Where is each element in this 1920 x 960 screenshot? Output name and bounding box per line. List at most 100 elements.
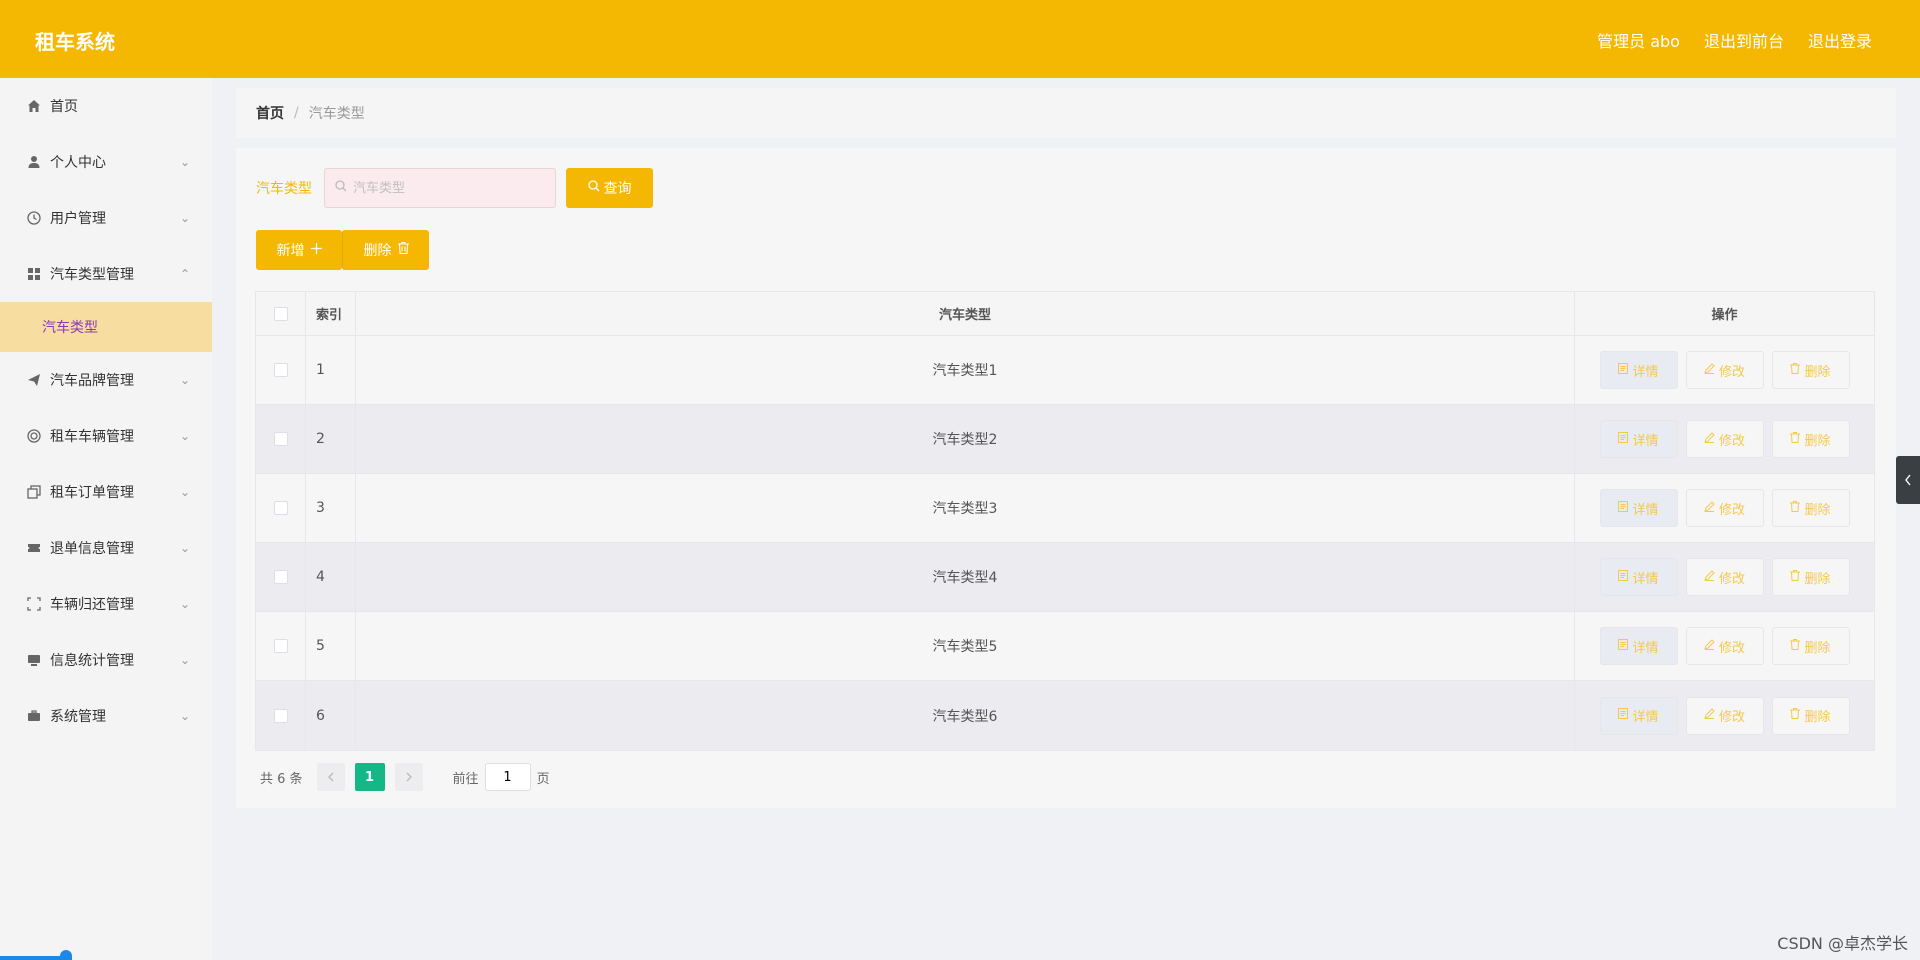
sidebar-item-car-brand[interactable]: 汽车品牌管理 ⌄ [0,352,212,408]
delete-button-label: 删除 [363,243,392,259]
edit-button[interactable]: 修改 [1685,696,1764,735]
chevron-down-icon: ⌄ [179,709,190,723]
edit-button[interactable]: 修改 [1685,489,1764,527]
row-select-cell [256,681,306,750]
detail-button[interactable]: 详情 [1599,696,1678,735]
row-index: 6 [306,681,356,750]
sidebar-item-label: 汽车类型管理 [50,267,134,283]
edit-button-label: 修改 [1718,433,1745,449]
chevron-up-icon: ⌃ [179,267,190,281]
prev-page-button[interactable] [316,763,345,791]
grid-icon [26,266,42,282]
logout-link[interactable]: 退出登录 [1808,28,1872,52]
detail-button[interactable]: 详情 [1599,558,1678,596]
delete-button[interactable]: 删除 [1771,489,1850,527]
row-checkbox[interactable] [273,501,288,515]
sidebar-item-home[interactable]: 首页 [0,78,212,134]
row-actions: 详情 修改 删除 [1575,336,1874,404]
delete-button-label: 删除 [1804,710,1831,725]
detail-button[interactable]: 详情 [1599,627,1678,665]
table-header-row: 索引 汽车类型 操作 [256,292,1874,336]
goto-page-input[interactable] [487,769,528,785]
query-button-label: 查询 [603,181,632,197]
sidebar-item-rental-orders[interactable]: 租车订单管理 ⌄ [0,464,212,520]
table-row: 4 汽车类型4 详情 修改 删除 [256,543,1874,612]
search-label: 汽车类型 [256,181,312,197]
detail-button-label: 详情 [1632,433,1659,449]
breadcrumb-home[interactable]: 首页 [256,103,284,123]
row-index: 4 [306,543,356,611]
delete-button[interactable]: 删除 [1771,696,1850,735]
sidebar-item-rental-vehicles[interactable]: 租车车辆管理 ⌄ [0,408,212,464]
trash-icon [1790,569,1801,585]
home-icon [26,98,42,114]
next-page-button[interactable] [394,763,423,791]
add-button[interactable]: 新增 [256,230,342,270]
sidebar-subitem-car-type[interactable]: 汽车类型 [0,302,212,352]
sidebar-item-label: 租车订单管理 [50,485,134,501]
query-button[interactable]: 查询 [566,168,653,208]
sidebar-item-refunds[interactable]: 退单信息管理 ⌄ [0,520,212,576]
page-number-current[interactable]: 1 [354,763,385,791]
trash-icon [1790,431,1801,447]
copy-icon [26,484,42,500]
back-to-front-link[interactable]: 退出到前台 [1704,28,1784,52]
sidebar-item-system[interactable]: 系统管理 ⌄ [0,688,212,744]
sidebar-item-users[interactable]: 用户管理 ⌄ [0,190,212,246]
top-header: 租车系统 管理员 abo 退出到前台 退出登录 [0,0,1920,78]
batch-delete-button[interactable]: 删除 [342,230,429,270]
delete-button[interactable]: 删除 [1771,627,1850,665]
goto-page-field[interactable] [484,763,531,791]
document-icon [1618,431,1629,447]
sidebar-item-label: 租车车辆管理 [50,429,134,445]
document-icon [1618,569,1629,585]
sidebar-item-label: 车辆归还管理 [50,597,134,613]
chevron-down-icon: ⌄ [179,429,190,443]
search-field[interactable] [324,168,556,208]
pagination-total: 共 6 条 [260,771,303,787]
table-row: 2 汽车类型2 详情 修改 删除 [256,405,1874,474]
edit-icon [1704,638,1715,654]
delete-button[interactable]: 删除 [1771,558,1850,596]
row-checkbox[interactable] [273,432,288,446]
row-car-type: 汽车类型6 [356,681,1575,750]
row-checkbox[interactable] [273,570,288,584]
table-row: 3 汽车类型3 详情 修改 删除 [256,474,1874,543]
goto-label: 前往 [452,771,479,787]
search-input[interactable] [353,180,543,196]
detail-button[interactable]: 详情 [1599,351,1678,389]
detail-button[interactable]: 详情 [1599,420,1678,458]
row-car-type: 汽车类型1 [356,336,1575,404]
edit-button[interactable]: 修改 [1685,558,1764,596]
delete-button[interactable]: 删除 [1771,420,1850,458]
scrollbar-handle[interactable] [60,950,72,960]
edit-button-label: 修改 [1718,502,1745,518]
sidebar-item-statistics[interactable]: 信息统计管理 ⌄ [0,632,212,688]
row-car-type: 汽车类型2 [356,405,1575,473]
sidebar-item-car-type-mgmt[interactable]: 汽车类型管理 ⌃ [0,246,212,302]
edit-button-label: 修改 [1718,710,1745,725]
sidebar-item-label: 系统管理 [50,709,106,725]
send-icon [26,372,42,388]
row-checkbox[interactable] [273,708,288,723]
detail-button[interactable]: 详情 [1599,489,1678,527]
chevron-down-icon: ⌄ [179,373,190,387]
edit-button[interactable]: 修改 [1685,627,1764,665]
select-all-cell [256,292,306,335]
delete-button-label: 删除 [1804,502,1831,518]
select-all-checkbox[interactable] [273,306,288,321]
sidebar-item-label: 用户管理 [50,211,106,227]
edit-button[interactable]: 修改 [1685,420,1764,458]
row-checkbox[interactable] [273,639,288,653]
table-row: 5 汽车类型5 详情 修改 删除 [256,612,1874,681]
side-collapse-tab[interactable] [1896,456,1920,504]
row-checkbox[interactable] [273,363,288,377]
row-select-cell [256,405,306,473]
sidebar-item-returns[interactable]: 车辆归还管理 ⌄ [0,576,212,632]
edit-button[interactable]: 修改 [1685,351,1764,389]
delete-button[interactable]: 删除 [1771,351,1850,389]
monitor-icon [26,652,42,668]
sidebar-item-profile[interactable]: 个人中心 ⌄ [0,134,212,190]
sidebar-item-label: 个人中心 [50,155,106,171]
detail-button-label: 详情 [1632,640,1659,656]
